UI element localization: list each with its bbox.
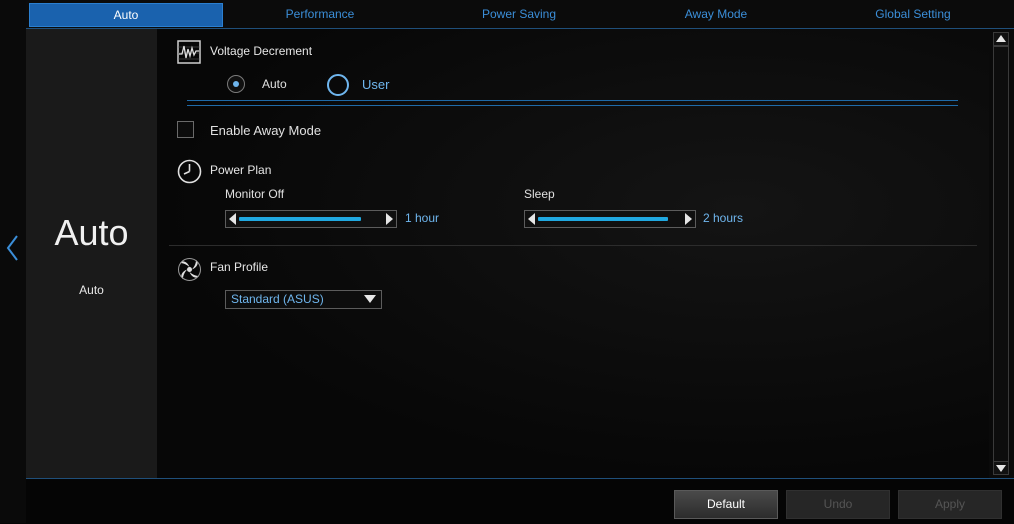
- clock-icon: [177, 159, 202, 184]
- vertical-scrollbar[interactable]: [989, 29, 1014, 478]
- tab-global-setting[interactable]: Global Setting: [813, 3, 1013, 25]
- apply-button[interactable]: Apply: [898, 490, 1002, 519]
- scroll-up-icon[interactable]: [993, 32, 1009, 46]
- undo-button[interactable]: Undo: [786, 490, 890, 519]
- tab-power-saving[interactable]: Power Saving: [419, 3, 619, 25]
- voltage-user-radio[interactable]: [327, 74, 349, 96]
- fan-icon: [178, 258, 201, 281]
- voltage-decrement-title: Voltage Decrement: [210, 44, 313, 58]
- dropdown-caret-icon: [364, 295, 376, 303]
- sleep-value: 2 hours: [703, 211, 744, 225]
- tab-performance[interactable]: Performance: [222, 3, 418, 25]
- action-bar: Default Undo Apply: [26, 478, 1014, 524]
- sleep-slider[interactable]: [524, 210, 696, 228]
- left-rail: [0, 0, 26, 523]
- slider-right-arrow-icon[interactable]: [384, 213, 394, 225]
- slider-left-arrow-icon[interactable]: [527, 213, 537, 225]
- voltage-auto-radio[interactable]: [227, 75, 245, 93]
- tab-bar: Auto Performance Power Saving Away Mode …: [26, 0, 1014, 29]
- section-divider: [169, 245, 977, 246]
- tab-away-mode[interactable]: Away Mode: [620, 3, 812, 25]
- profile-sidebar: Auto Auto: [26, 29, 157, 478]
- profile-subtitle: Auto: [79, 283, 104, 297]
- tab-auto[interactable]: Auto: [29, 3, 223, 27]
- default-button[interactable]: Default: [674, 490, 778, 519]
- voltage-chart-icon: [177, 40, 201, 64]
- scroll-down-icon[interactable]: [993, 461, 1009, 475]
- sleep-track: [538, 217, 668, 221]
- monitor-off-slider[interactable]: [225, 210, 397, 228]
- monitor-off-value: 1 hour: [405, 211, 440, 225]
- enable-away-mode-label: Enable Away Mode: [210, 123, 322, 138]
- scroll-track[interactable]: [993, 46, 1009, 462]
- slider-left-arrow-icon[interactable]: [228, 213, 238, 225]
- fan-profile-title: Fan Profile: [210, 260, 269, 274]
- sleep-label: Sleep: [524, 187, 555, 201]
- enable-away-mode-checkbox[interactable]: [177, 121, 194, 138]
- monitor-off-track: [239, 217, 361, 221]
- section-divider: [187, 100, 958, 106]
- fan-profile-dropdown[interactable]: Standard (ASUS): [225, 290, 382, 309]
- profile-title: Auto: [54, 212, 129, 253]
- monitor-off-label: Monitor Off: [225, 187, 285, 201]
- fan-profile-selected: Standard (ASUS): [231, 292, 324, 306]
- voltage-user-label: User: [362, 77, 390, 92]
- slider-right-arrow-icon[interactable]: [683, 213, 693, 225]
- power-plan-title: Power Plan: [210, 163, 272, 177]
- back-chevron-icon[interactable]: [5, 234, 21, 262]
- voltage-auto-label: Auto: [262, 77, 287, 91]
- radio-selected-dot: [233, 81, 239, 87]
- settings-panel: Voltage Decrement Auto User Enable Away …: [157, 29, 989, 478]
